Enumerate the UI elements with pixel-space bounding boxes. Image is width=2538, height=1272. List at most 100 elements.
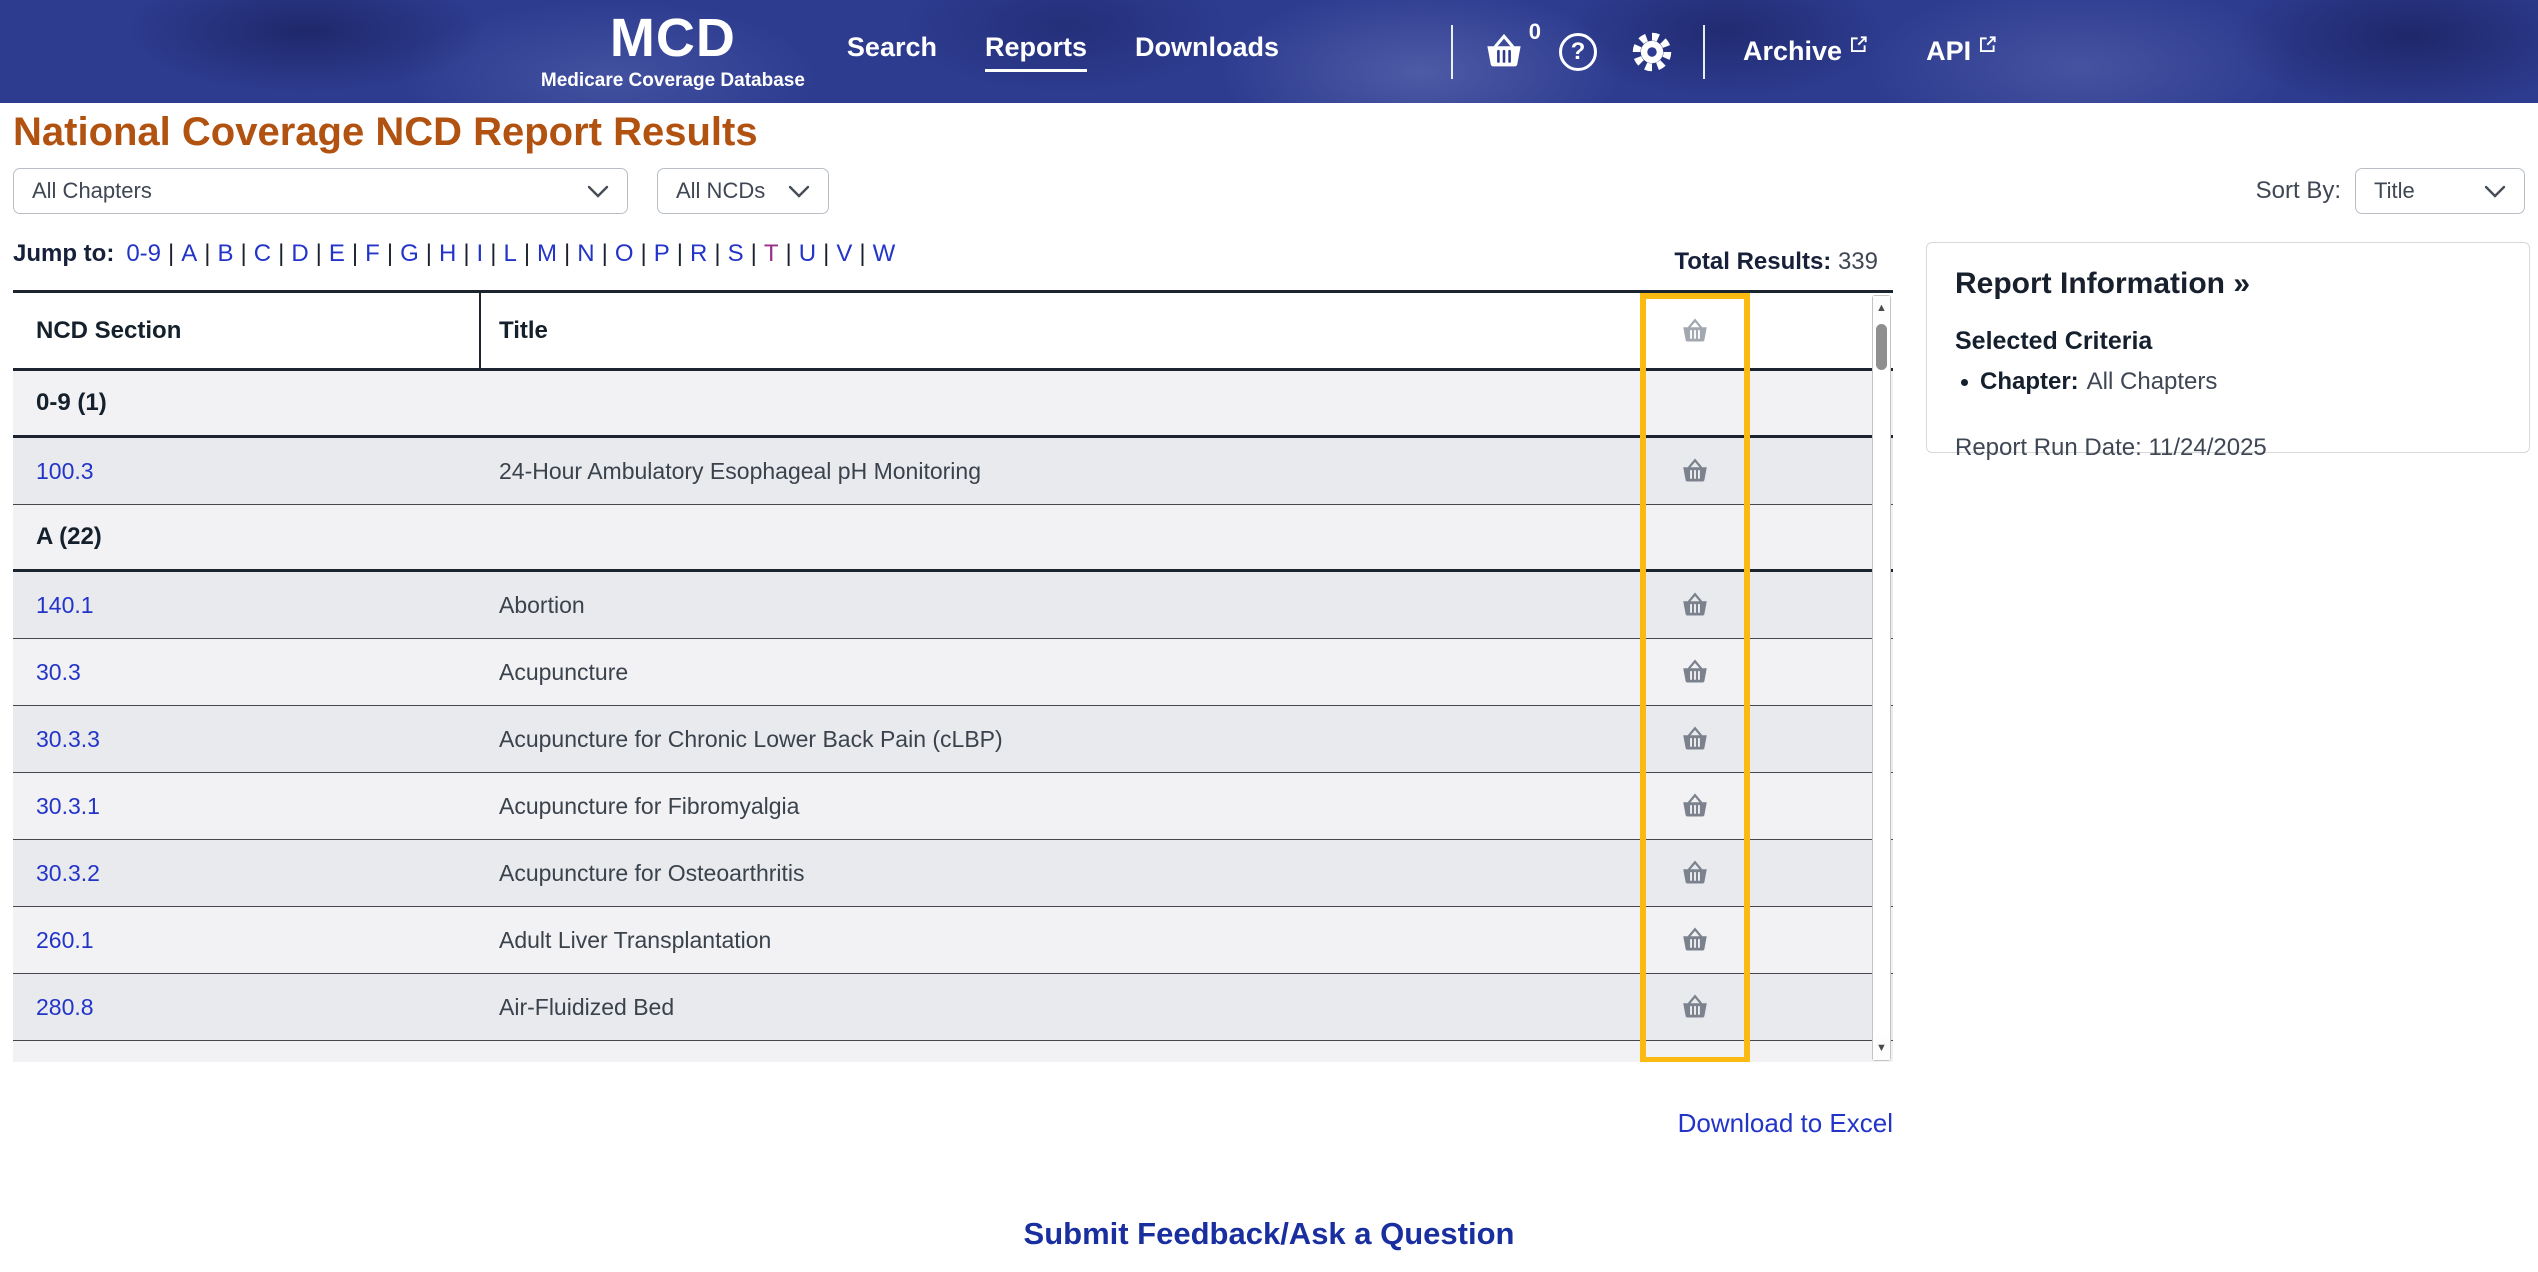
separator: | [672,240,688,268]
scrollbar-down-arrow[interactable]: ▼ [1873,1036,1890,1060]
jump-link-n[interactable]: N [575,240,596,268]
nav-downloads[interactable]: Downloads [1135,32,1279,72]
add-to-basket-icon[interactable] [1680,726,1710,752]
help-icon[interactable]: ? [1559,33,1597,71]
ncd-section-link[interactable]: 30.3.3 [36,726,100,752]
main-nav: Search Reports Downloads [847,32,1279,72]
jump-link-e[interactable]: E [327,240,347,268]
table-row: 30.3.1 Acupuncture for Fibromyalgia [13,773,1893,840]
add-to-basket-icon[interactable] [1680,860,1710,886]
sort-by-dropdown[interactable]: Title [2355,168,2525,214]
jump-link-i[interactable]: I [475,240,486,268]
bullet-dot [1961,379,1968,386]
group-row: A (22) [13,505,1893,572]
api-link[interactable]: API [1926,36,1997,67]
separator: | [311,240,327,268]
chevron-down-icon [2484,178,2506,204]
mcd-logo-title: MCD [541,11,805,65]
jump-link-g[interactable]: G [398,240,421,268]
jump-link-0-9[interactable]: 0-9 [124,240,163,268]
jump-link-s[interactable]: S [726,240,746,268]
scrollbar-thumb[interactable] [1876,324,1887,370]
jump-link-u[interactable]: U [797,240,818,268]
col-header-title: Title [499,317,548,344]
jump-link-c[interactable]: C [252,240,273,268]
add-to-basket-icon[interactable] [1680,458,1710,484]
basket-icon[interactable]: 0 [1483,33,1525,70]
jump-link-r[interactable]: R [688,240,709,268]
api-link-label: API [1926,36,1971,67]
ncd-title: Adult Liver Transplantation [499,927,771,953]
table-row: 140.1 Abortion [13,572,1893,639]
jump-link-v[interactable]: V [834,240,854,268]
chevron-down-icon [788,178,810,204]
scrollbar-up-arrow[interactable]: ▲ [1873,296,1890,320]
sort-by-label: Sort By: [2256,177,2341,205]
ncd-section-link[interactable]: 30.3 [36,659,81,685]
table-row: 30.3.2 Acupuncture for Osteoarthritis [13,840,1893,907]
ncds-dropdown[interactable]: All NCDs [657,168,829,214]
ncd-section-link[interactable]: 30.3.2 [36,860,100,886]
jump-link-t[interactable]: T [762,240,781,268]
ncd-section-link[interactable]: 260.1 [36,927,94,953]
add-to-basket-icon[interactable] [1680,1061,1710,1062]
jump-link-w[interactable]: W [871,240,898,268]
total-results: Total Results: 339 [1674,248,1878,276]
ncd-title: Adult Testing for NIPPV [499,1061,739,1063]
nav-reports[interactable]: Reports [985,32,1087,72]
report-run-date: Report Run Date: 11/24/2025 [1955,434,2501,462]
jump-link-h[interactable]: H [437,240,458,268]
group-label: 0-9 (1) [36,389,107,416]
table-row: 240.9 Adult Testing for NIPPV [13,1041,1893,1062]
ncd-section-link[interactable]: 140.1 [36,592,94,618]
header-divider [1703,25,1705,79]
col-header-ncd-section: NCD Section [36,317,181,345]
mcd-report-results-page: MCD Medicare Coverage Database Search Re… [0,0,2538,1272]
add-to-basket-icon[interactable] [1680,927,1710,953]
separator: | [273,240,289,268]
separator: | [485,240,501,268]
download-to-excel-link[interactable]: Download to Excel [1678,1108,1893,1139]
ncd-section-link[interactable]: 30.3.1 [36,793,100,819]
chapters-dropdown[interactable]: All Chapters [13,168,628,214]
add-to-basket-icon[interactable] [1680,659,1710,685]
sort-by-value: Title [2374,178,2415,204]
ncd-section-link[interactable]: 100.3 [36,458,94,484]
jump-link-b[interactable]: B [216,240,236,268]
gear-icon[interactable] [1631,31,1673,73]
chapters-dropdown-value: All Chapters [32,178,152,204]
jump-link-d[interactable]: D [289,240,310,268]
separator: | [236,240,252,268]
add-to-basket-icon[interactable] [1680,793,1710,819]
group-row: 0-9 (1) [13,371,1893,438]
separator: | [382,240,398,268]
ncds-dropdown-value: All NCDs [676,178,765,204]
criteria-label: Chapter: [1980,368,2079,396]
ncd-section-link[interactable]: 240.9 [36,1061,94,1063]
ncd-title: Acupuncture for Chronic Lower Back Pain … [499,726,1003,752]
table-row: 260.1 Adult Liver Transplantation [13,907,1893,974]
basket-column-icon[interactable] [1680,318,1710,344]
jump-link-p[interactable]: P [652,240,672,268]
ncd-results-table: NCD Section Title 0-9 (1) 100.3 24-Hour … [13,290,1893,1062]
add-to-basket-icon[interactable] [1680,592,1710,618]
jump-link-a[interactable]: A [179,240,199,268]
jump-link-f[interactable]: F [363,240,382,268]
ncd-section-link[interactable]: 280.8 [36,994,94,1020]
jump-link-m[interactable]: M [535,240,559,268]
mcd-logo[interactable]: MCD Medicare Coverage Database [541,11,805,92]
table-scrollbar[interactable]: ▲ ▼ [1872,295,1891,1061]
archive-link[interactable]: Archive [1743,36,1868,67]
separator: | [421,240,437,268]
separator: | [163,240,179,268]
jump-link-o[interactable]: O [613,240,636,268]
add-to-basket-icon[interactable] [1680,994,1710,1020]
report-information-panel: Report Information » Selected Criteria C… [1926,242,2530,453]
separator: | [636,240,652,268]
jump-link-l[interactable]: L [501,240,518,268]
criteria-value: All Chapters [2087,368,2218,396]
submit-feedback-link[interactable]: Submit Feedback/Ask a Question [1024,1216,1515,1251]
table-header-row: NCD Section Title [13,293,1893,371]
report-information-title[interactable]: Report Information » [1955,267,2501,301]
nav-search[interactable]: Search [847,32,937,72]
